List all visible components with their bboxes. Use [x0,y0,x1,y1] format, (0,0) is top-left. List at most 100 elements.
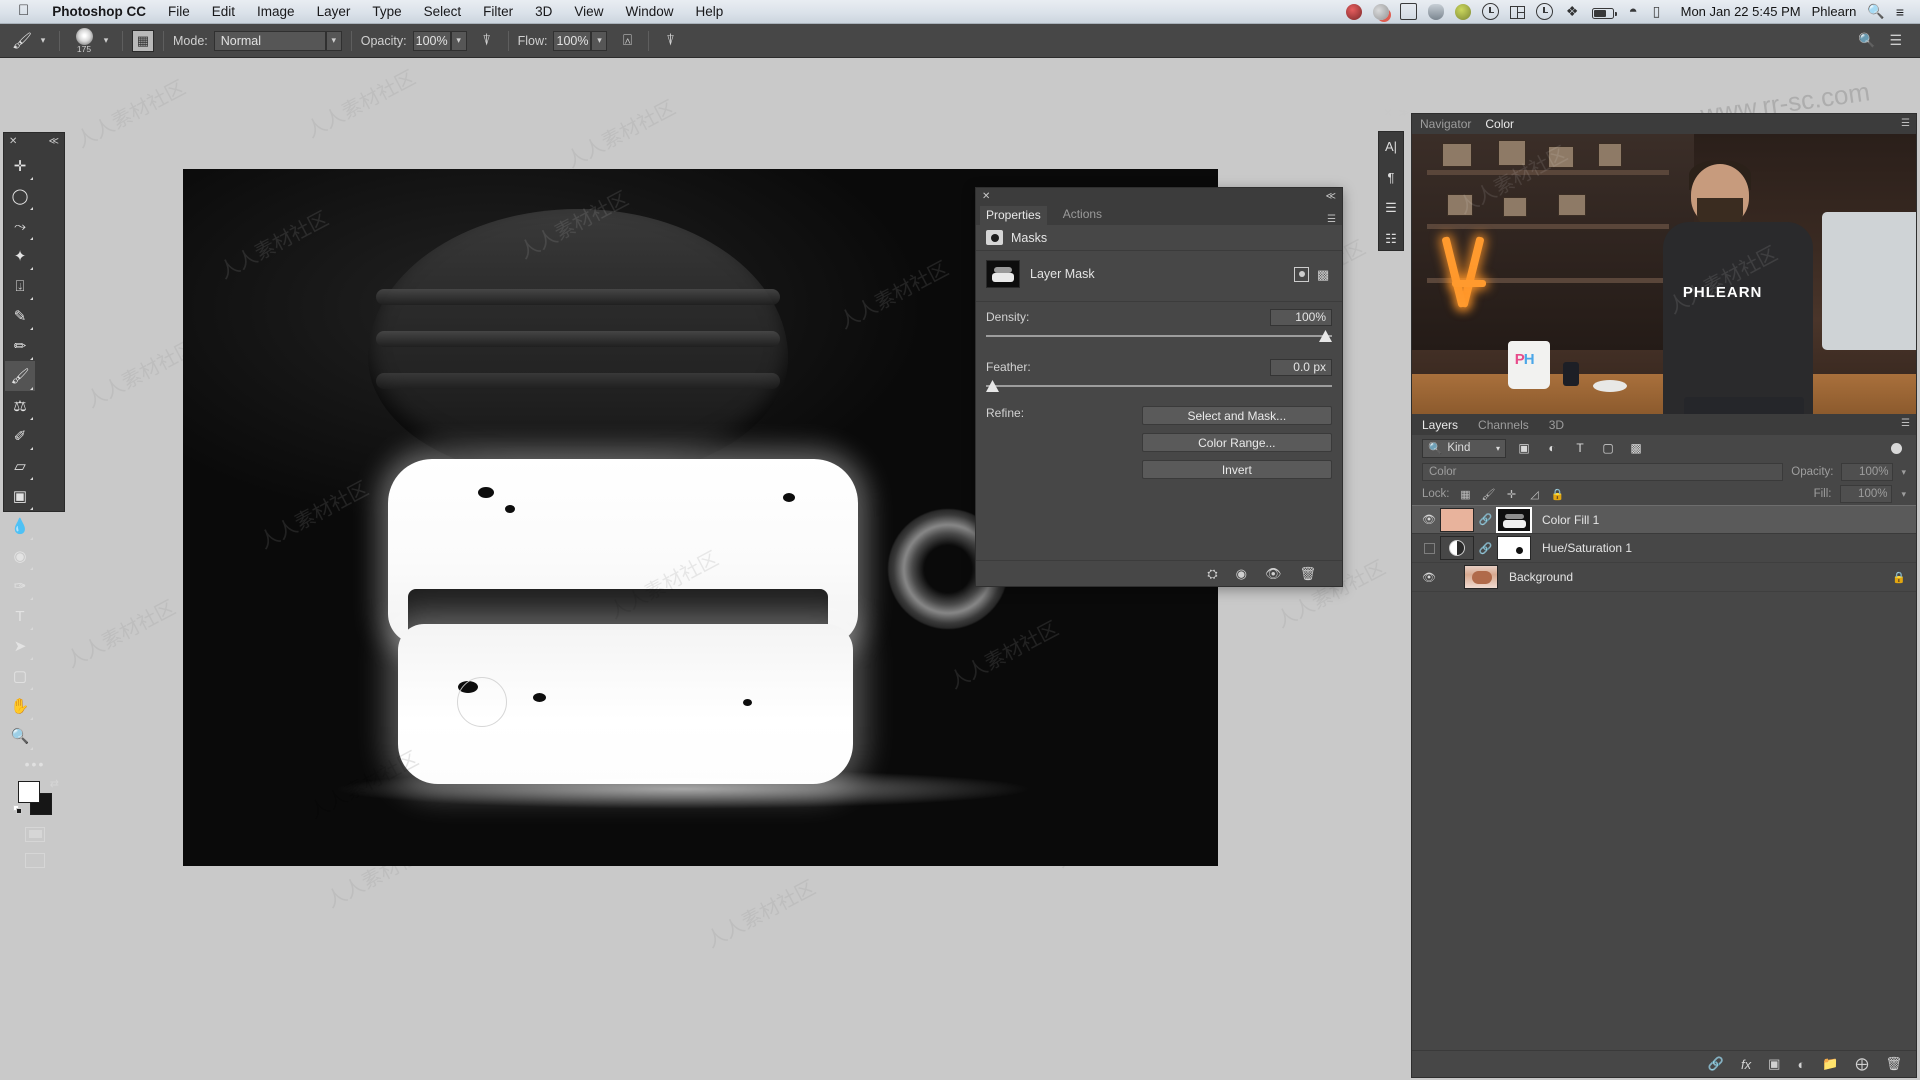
layer-name[interactable]: Hue/Saturation 1 [1542,541,1632,555]
crop-tool[interactable]: ⍗ [5,271,35,301]
smart-object-filter-icon[interactable]: ▩ [1626,439,1646,458]
options-search-icon[interactable]: 🔍 [1858,32,1875,49]
lock-transparent-icon[interactable]: ▦ [1459,487,1473,501]
tab-actions[interactable]: Actions [1063,207,1102,225]
fill-chevron-icon[interactable]: ▾ [1901,489,1906,500]
layer-thumbnail[interactable] [1440,536,1474,560]
adjustment-layer-icon[interactable]: ◐ [1797,1057,1805,1072]
vector-mask-icon[interactable]: ▩ [1317,267,1332,282]
styles-icon[interactable]: ☷ [1380,229,1402,249]
select-and-mask-button[interactable]: Select and Mask... [1141,406,1332,425]
lock-image-icon[interactable]: 🖌 [1482,487,1496,501]
menu-select[interactable]: Select [413,4,473,19]
pixel-mask-icon[interactable] [1294,266,1309,282]
eyedropper-tool[interactable]: ✎ [5,301,35,331]
brush-size-preview[interactable]: 175 [69,27,99,55]
feather-slider[interactable] [986,380,1332,394]
close-icon[interactable]: ✕ [982,191,990,202]
dock-collapse-icon[interactable]: ≫ [1399,108,1409,119]
layer-style-icon[interactable]: fx [1741,1057,1751,1072]
airbrush-icon[interactable]: ⍓ [615,30,639,52]
layer-visibility-toggle[interactable]: 👁 [1418,563,1440,592]
layers-opacity-value[interactable]: 100% [1841,463,1894,481]
app-name-menu[interactable]: Photoshop CC [41,4,157,19]
collapse-icon[interactable]: ≪ [1326,191,1336,202]
opacity-pressure-icon[interactable]: ⍒ [475,30,499,52]
pixel-filter-icon[interactable]: ▣ [1514,439,1534,458]
layer-thumbnail[interactable] [1440,507,1474,532]
paragraph-panel-icon[interactable]: ¶ [1380,167,1402,187]
blend-mode-select[interactable]: Normal ▾ [213,30,342,51]
lasso-tool[interactable]: ⤳ [5,211,35,241]
opacity-chevron-icon[interactable]: ▾ [1901,467,1906,478]
menu-view[interactable]: View [563,4,614,19]
tab-layers[interactable]: Layers [1422,418,1458,432]
clock-icon[interactable] [1481,3,1499,20]
adjustment-filter-icon[interactable]: ◐ [1542,439,1562,458]
character-panel-icon[interactable]: A| [1380,136,1402,156]
menu-image[interactable]: Image [246,4,306,19]
mask-selection-icon[interactable]: ⛭ [1207,566,1217,582]
time-machine-icon[interactable] [1535,3,1553,20]
edit-toolbar-button[interactable]: ••• [4,753,66,775]
workspace-switcher-icon[interactable]: ☰ [1889,32,1902,49]
apple-menu-icon[interactable]:  [8,3,41,20]
navigator-preview[interactable]: PH PHLEARN 人人素材社区 人人素材社区 ◢ [1412,134,1916,434]
table-row[interactable]: 👁 🔗 Color Fill 1 [1412,505,1916,534]
menu-edit[interactable]: Edit [201,4,246,19]
opacity-input[interactable]: 100% ▾ [412,30,467,51]
swap-colors-icon[interactable]: ⇄ [50,777,59,790]
menu-help[interactable]: Help [684,4,734,19]
bluetooth-icon[interactable]: ❖ [1564,3,1581,20]
blur-tool[interactable]: 💧 [5,511,35,541]
hand-tool[interactable]: ✋ [5,691,35,721]
apply-mask-icon[interactable]: ◉ [1236,566,1247,582]
dock-close-icon[interactable]: ✕ [1384,108,1392,119]
fill-value[interactable]: 100% [1840,485,1893,503]
link-layers-icon[interactable]: 🔗 [1708,1056,1724,1072]
layer-filter-kind-select[interactable]: 🔍 Kind ▾ [1422,438,1506,458]
feather-value[interactable]: 0.0 px [1270,358,1332,376]
tab-navigator[interactable]: Navigator [1420,117,1471,131]
spotlight-search-icon[interactable]: 🔍 [1867,3,1884,20]
move-tool[interactable]: ✛ [5,151,35,181]
density-slider[interactable] [986,330,1332,344]
zoom-tool[interactable]: 🔍 [5,721,35,751]
control-center-icon[interactable]: ≡ [1896,4,1904,20]
rectangle-tool[interactable]: ▢ [5,661,35,691]
default-colors-icon[interactable] [13,805,23,815]
eraser-tool[interactable]: ▱ [5,451,35,481]
link-mask-icon[interactable]: 🔗 [1479,508,1493,532]
toggle-mask-icon[interactable]: 👁 [1265,566,1282,582]
lock-all-icon[interactable]: 🔒 [1551,487,1565,501]
path-selection-tool[interactable]: ➤ [5,631,35,661]
menu-3d[interactable]: 3D [524,4,563,19]
lock-artboard-icon[interactable]: ◿ [1528,487,1542,501]
skype-icon[interactable] [1454,4,1471,20]
layer-name[interactable]: Background [1509,570,1573,584]
layer-mask-thumbnail[interactable] [1496,506,1532,533]
type-tool[interactable]: T [5,601,35,631]
brush-preset-chevron-icon[interactable]: ▾ [36,31,50,51]
tab-3d[interactable]: 3D [1549,418,1564,432]
smoothing-icon[interactable]: ⍒ [658,30,682,52]
shape-filter-icon[interactable]: ▢ [1598,439,1618,458]
menu-bar-username[interactable]: Phlearn [1812,4,1857,19]
adjustments-icon[interactable]: ☰ [1380,198,1402,218]
screen-capture-icon[interactable] [1399,3,1417,20]
window-manager-icon[interactable] [1509,6,1525,19]
history-brush-tool[interactable]: ✐ [5,421,35,451]
table-row[interactable]: 🔗 Hue/Saturation 1 [1412,534,1916,563]
tab-channels[interactable]: Channels [1478,418,1529,432]
layer-visibility-toggle[interactable]: 👁 [1418,505,1440,534]
menu-file[interactable]: File [157,4,201,19]
display-icon[interactable]: ▯ [1653,3,1670,20]
type-filter-icon[interactable]: T [1570,439,1590,458]
layer-mask-thumbnail[interactable] [986,260,1020,288]
filter-toggle[interactable] [1891,442,1902,454]
menu-layer[interactable]: Layer [306,4,362,19]
screen-mode-icon[interactable] [25,852,45,868]
battery-icon[interactable] [1591,7,1617,19]
collapse-icon[interactable]: ≪ [49,136,59,147]
magic-wand-tool[interactable]: ✦ [5,241,35,271]
